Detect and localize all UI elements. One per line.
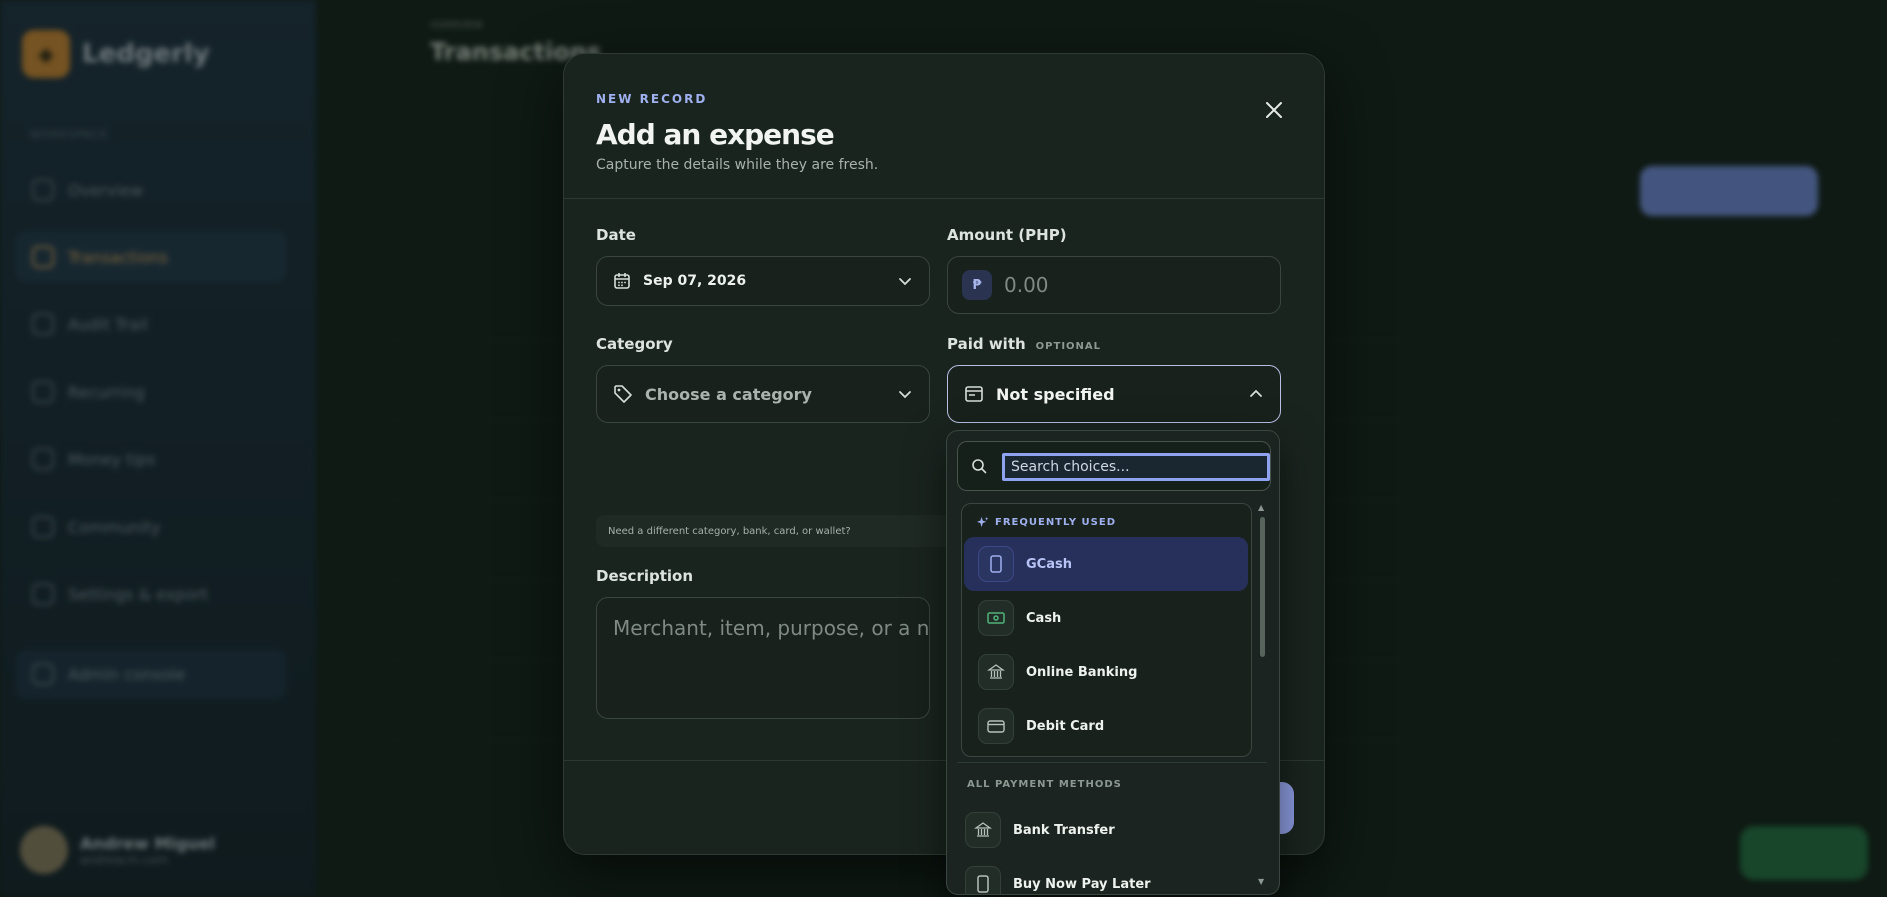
close-icon xyxy=(1266,102,1282,118)
shield-icon xyxy=(32,313,54,335)
option-label: Cash xyxy=(1026,610,1062,626)
sidebar-item-settings[interactable]: Settings & export xyxy=(16,569,286,619)
date-value: Sep 07, 2026 xyxy=(643,273,747,289)
option-label: Debit Card xyxy=(1026,718,1105,734)
paid-with-select[interactable]: Not specified xyxy=(947,365,1281,423)
all-methods-header: ALL PAYMENT METHODS xyxy=(967,779,1122,790)
sidebar-item-label: Audit Trail xyxy=(68,314,148,334)
description-label: Description xyxy=(596,567,694,585)
search-icon xyxy=(972,459,987,474)
app-name: Ledgerly xyxy=(82,39,210,69)
option-label: Buy Now Pay Later xyxy=(1013,876,1151,892)
sidebar-item-overview[interactable]: Overview xyxy=(16,165,286,215)
user-profile[interactable]: Andrew Miguel andrew.m.com xyxy=(20,826,215,874)
scrollbar-thumb[interactable] xyxy=(1260,517,1265,657)
chevron-down-icon xyxy=(899,278,911,286)
option-label: Bank Transfer xyxy=(1013,822,1115,838)
app-logo: ◆ Ledgerly xyxy=(22,30,210,78)
sparkle-icon xyxy=(976,516,989,528)
paid-with-value: Not specified xyxy=(996,384,1115,404)
option-online-banking[interactable]: Online Banking xyxy=(964,645,1248,699)
phone-icon xyxy=(965,866,1001,894)
amount-label: Amount (PHP) xyxy=(947,226,1067,244)
search-input[interactable] xyxy=(1002,453,1270,481)
date-picker[interactable]: Sep 07, 2026 xyxy=(596,256,930,306)
bank-icon xyxy=(978,654,1014,690)
payment-method-dropdown: FREQUENTLY USED GCash Cash Online Bankin… xyxy=(946,430,1280,895)
sidebar-item-label: Settings & export xyxy=(68,584,209,604)
chevron-down-icon xyxy=(899,391,911,399)
description-textarea[interactable]: Merchant, item, purpose, or a note fo xyxy=(596,597,930,719)
help-button[interactable] xyxy=(1740,826,1868,880)
wallet-icon xyxy=(965,386,983,402)
optional-tag: OPTIONAL xyxy=(1035,341,1102,352)
option-debit-card[interactable]: Debit Card xyxy=(964,699,1248,753)
group-divider xyxy=(957,762,1267,763)
bank-icon xyxy=(965,812,1001,848)
sidebar-item-label: Money tips xyxy=(68,449,156,469)
paid-with-label: Paid with OPTIONAL xyxy=(947,335,1101,353)
card-icon xyxy=(978,708,1014,744)
cash-icon xyxy=(978,600,1014,636)
category-placeholder: Choose a category xyxy=(645,384,812,404)
sidebar-item-audit-trail[interactable]: Audit Trail xyxy=(16,299,286,349)
search-box[interactable] xyxy=(957,441,1271,491)
amount-placeholder: 0.00 xyxy=(1004,273,1049,297)
category-select[interactable]: Choose a category xyxy=(596,365,930,423)
date-label: Date xyxy=(596,226,636,244)
sidebar-item-community[interactable]: Community xyxy=(16,502,286,552)
sidebar-item-money-tips[interactable]: Money tips xyxy=(16,434,286,484)
frequently-used-group: FREQUENTLY USED GCash Cash Online Bankin… xyxy=(961,503,1252,757)
option-buy-now-pay-later[interactable]: Buy Now Pay Later xyxy=(957,859,1251,894)
avatar xyxy=(20,826,68,874)
category-label: Category xyxy=(596,335,673,353)
option-bank-transfer[interactable]: Bank Transfer xyxy=(957,805,1251,855)
repeat-icon xyxy=(32,381,54,403)
chevron-up-icon xyxy=(1250,389,1262,397)
paid-with-label-text: Paid with xyxy=(947,335,1026,353)
modal-title: Add an expense xyxy=(596,118,835,151)
sidebar-item-recurring[interactable]: Recurring xyxy=(16,367,286,417)
list-icon xyxy=(32,246,54,268)
phone-icon xyxy=(978,546,1014,582)
sidebar-item-admin[interactable]: Admin console xyxy=(16,649,286,699)
option-cash[interactable]: Cash xyxy=(964,591,1248,645)
sidebar-item-label: Community xyxy=(68,517,161,537)
users-icon xyxy=(32,516,54,538)
close-button[interactable] xyxy=(1256,92,1292,128)
option-gcash[interactable]: GCash xyxy=(964,537,1248,591)
gear-icon xyxy=(32,583,54,605)
user-email: andrew.m.com xyxy=(80,852,169,867)
modal-subtitle: Capture the details while they are fresh… xyxy=(596,157,879,173)
sidebar-item-transactions[interactable]: Transactions xyxy=(16,232,286,282)
sidebar: ◆ Ledgerly WORKSPACE Overview Transactio… xyxy=(0,0,316,897)
sidebar-item-label: Transactions xyxy=(68,247,168,267)
amount-field[interactable]: ₱ 0.00 xyxy=(947,256,1281,314)
frequently-used-header: FREQUENTLY USED xyxy=(976,516,1116,529)
section-label: FREQUENTLY USED xyxy=(995,517,1116,528)
scroll-down-arrow[interactable]: ▼ xyxy=(1258,877,1264,886)
add-expense-button[interactable] xyxy=(1640,166,1818,216)
currency-badge: ₱ xyxy=(962,270,992,300)
tag-icon xyxy=(614,385,632,403)
grid-icon xyxy=(32,179,54,201)
sidebar-item-label: Admin console xyxy=(68,664,186,684)
calendar-icon xyxy=(614,273,630,289)
modal-eyebrow: NEW RECORD xyxy=(596,92,708,106)
page-eyebrow: OVERVIEW xyxy=(430,20,484,31)
helper-hint: Need a different category, bank, card, o… xyxy=(596,515,996,547)
option-label: GCash xyxy=(1026,556,1072,572)
lock-icon xyxy=(32,663,54,685)
sidebar-item-label: Recurring xyxy=(68,382,145,402)
logo-icon: ◆ xyxy=(22,30,70,78)
play-icon xyxy=(32,448,54,470)
header-divider xyxy=(564,198,1324,199)
option-label: Online Banking xyxy=(1026,664,1138,680)
sidebar-item-label: Overview xyxy=(68,180,144,200)
user-name: Andrew Miguel xyxy=(80,833,215,853)
scroll-up-arrow[interactable]: ▲ xyxy=(1258,503,1264,512)
sidebar-section-title: WORKSPACE xyxy=(30,128,109,141)
